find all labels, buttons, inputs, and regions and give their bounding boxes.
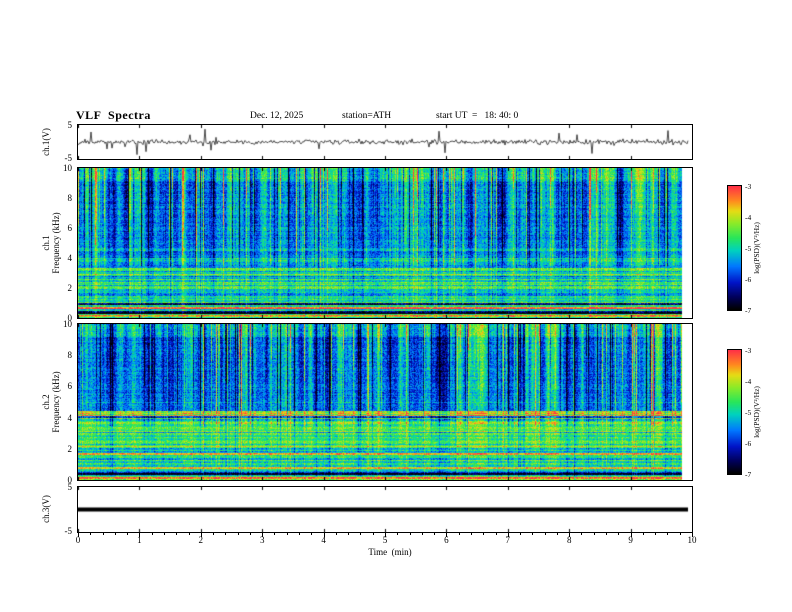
x-minor-tick	[581, 532, 582, 535]
colorbar-2-tick-label: -6	[745, 439, 759, 449]
colorbar-2	[728, 350, 741, 474]
colorbar-2-tick-label: -5	[745, 408, 759, 418]
x-minor-tick	[164, 532, 165, 535]
ch3-waveform-plot	[78, 487, 692, 532]
x-minor-tick	[655, 532, 656, 535]
x-minor-tick	[397, 532, 398, 535]
x-major-tick	[631, 532, 632, 537]
colorbar-1-tick-label: -5	[745, 244, 759, 254]
figure-title: VLF Spectra	[76, 108, 151, 123]
x-minor-tick	[471, 532, 472, 535]
x-minor-tick	[667, 532, 668, 535]
vlf-spectra-figure: VLF Spectra Dec. 12, 2025 station=ATH st…	[0, 0, 792, 612]
spec1-y-tick-label: 10	[56, 163, 72, 173]
colorbar-1-tick-label: -6	[745, 275, 759, 285]
x-minor-tick	[643, 532, 644, 535]
spec2-y-tick-label: 10	[56, 319, 72, 329]
x-minor-tick	[348, 532, 349, 535]
x-major-tick	[385, 532, 386, 537]
colorbar-2-tick-label: -7	[745, 470, 759, 480]
x-minor-tick	[606, 532, 607, 535]
station-label: station=ATH	[342, 111, 391, 121]
start-ut-label: start UT = 18: 40: 0	[436, 111, 518, 121]
x-minor-tick	[274, 532, 275, 535]
x-minor-tick	[618, 532, 619, 535]
x-minor-tick	[520, 532, 521, 535]
x-minor-tick	[410, 532, 411, 535]
ch1-voltage-axis-label: ch.1(V)	[41, 128, 51, 156]
x-minor-tick	[434, 532, 435, 535]
x-minor-tick	[250, 532, 251, 535]
x-major-tick	[139, 532, 140, 537]
x-minor-tick	[336, 532, 337, 535]
x-minor-tick	[483, 532, 484, 535]
x-minor-tick	[238, 532, 239, 535]
ch1-channel-label: ch.1	[41, 212, 51, 273]
x-minor-tick	[287, 532, 288, 535]
colorbar-1	[728, 186, 741, 310]
colorbar-1-tick-label: -7	[745, 306, 759, 316]
time-axis-label: Time (min)	[355, 547, 425, 557]
x-minor-tick	[115, 532, 116, 535]
x-major-tick	[201, 532, 202, 537]
x-minor-tick	[299, 532, 300, 535]
colorbar-2-tick-label: -4	[745, 377, 759, 387]
ch2-channel-label: ch.2	[41, 371, 51, 432]
x-major-tick	[508, 532, 509, 537]
spec1-y-tick-label: 4	[56, 253, 72, 263]
colorbar-1-tick-label: -3	[745, 182, 759, 192]
ch1-waveform-plot	[78, 125, 692, 159]
spec2-y-tick-label: 2	[56, 444, 72, 454]
spec1-y-tick-label: 8	[56, 193, 72, 203]
x-major-tick	[569, 532, 570, 537]
x-major-tick	[446, 532, 447, 537]
x-minor-tick	[557, 532, 558, 535]
date-label: Dec. 12, 2025	[250, 111, 303, 121]
ch1-ymax-label: 5	[56, 120, 72, 130]
spec2-y-tick-label: 0	[56, 475, 72, 485]
x-minor-tick	[422, 532, 423, 535]
ch2-spectrogram	[78, 324, 692, 480]
ch3-voltage-axis-label: ch.3(V)	[41, 495, 51, 523]
x-minor-tick	[532, 532, 533, 535]
x-minor-tick	[496, 532, 497, 535]
x-minor-tick	[152, 532, 153, 535]
x-minor-tick	[680, 532, 681, 535]
colorbar-1-tick-label: -4	[745, 213, 759, 223]
x-major-tick	[324, 532, 325, 537]
ch1-frequency-unit-label: Frequency (kHz)	[51, 212, 61, 273]
x-minor-tick	[459, 532, 460, 535]
spec1-y-tick-label: 2	[56, 283, 72, 293]
x-minor-tick	[594, 532, 595, 535]
x-minor-tick	[360, 532, 361, 535]
spec2-y-tick-label: 8	[56, 350, 72, 360]
spec2-y-tick-label: 4	[56, 413, 72, 423]
x-minor-tick	[127, 532, 128, 535]
x-minor-tick	[545, 532, 546, 535]
spec1-y-tick-label: 6	[56, 223, 72, 233]
x-minor-tick	[189, 532, 190, 535]
x-major-tick	[78, 532, 79, 537]
x-major-tick	[692, 532, 693, 537]
x-major-tick	[262, 532, 263, 537]
x-minor-tick	[225, 532, 226, 535]
ch1-frequency-axis-label: ch.1 Frequency (kHz)	[41, 212, 61, 273]
x-minor-tick	[90, 532, 91, 535]
ch1-ymin-label: -5	[56, 153, 72, 163]
x-minor-tick	[311, 532, 312, 535]
x-minor-tick	[176, 532, 177, 535]
colorbar-2-tick-label: -3	[745, 346, 759, 356]
x-minor-tick	[103, 532, 104, 535]
spec2-y-tick-label: 6	[56, 381, 72, 391]
x-minor-tick	[213, 532, 214, 535]
x-minor-tick	[373, 532, 374, 535]
ch1-spectrogram	[78, 168, 692, 318]
